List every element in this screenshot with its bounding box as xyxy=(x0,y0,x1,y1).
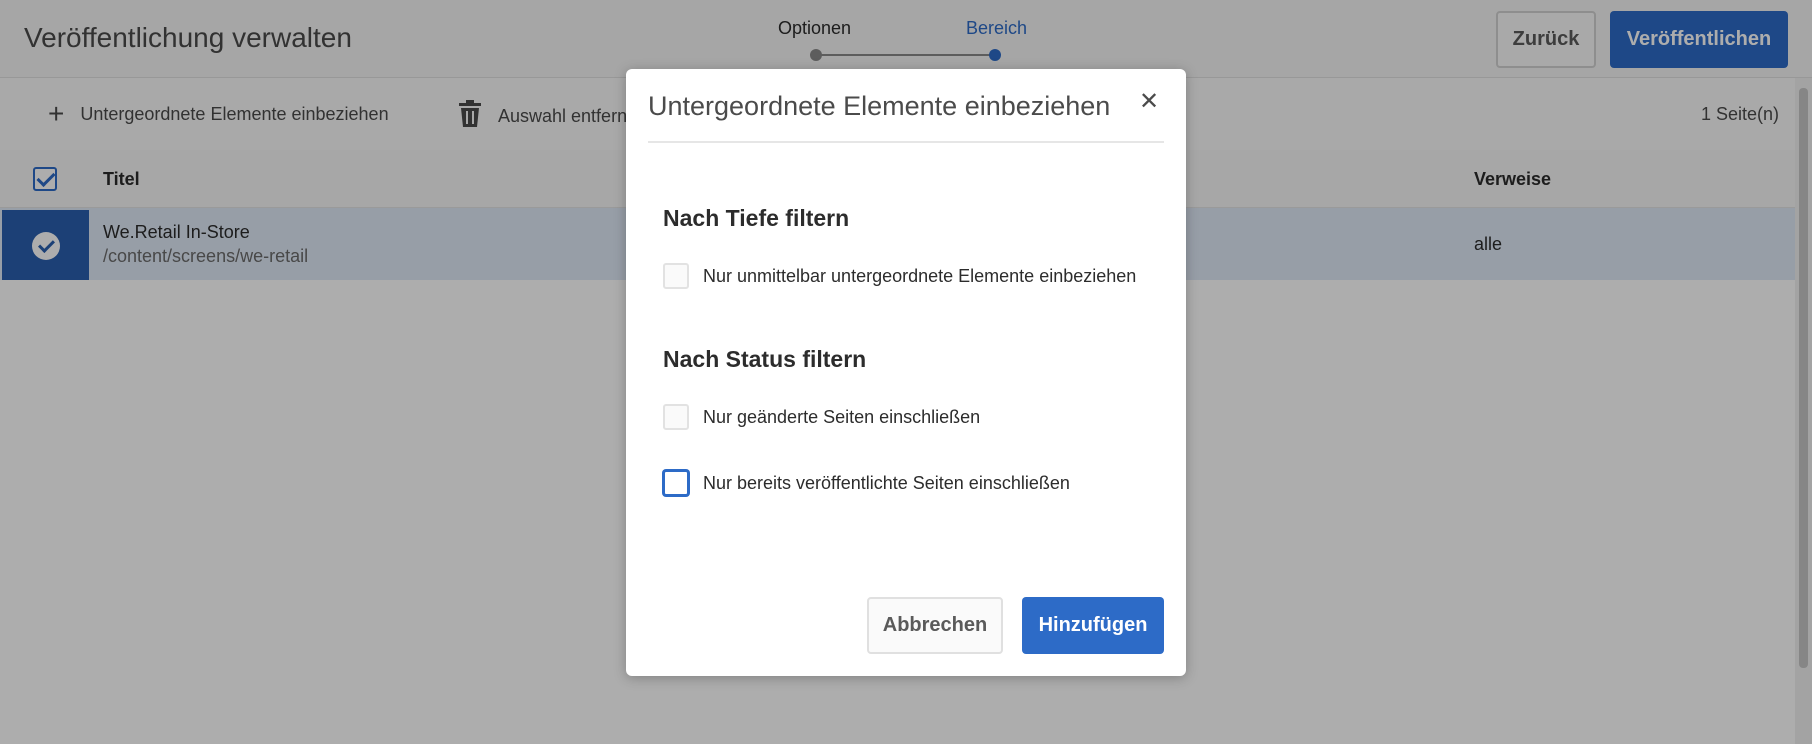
include-children-dialog: Untergeordnete Elemente einbeziehen ✕ Na… xyxy=(626,69,1186,676)
dialog-divider xyxy=(648,141,1164,143)
modified-pages-checkbox[interactable] xyxy=(663,404,689,430)
modified-pages-option[interactable]: Nur geänderte Seiten einschließen xyxy=(663,404,980,430)
direct-children-option[interactable]: Nur unmittelbar untergeordnete Elemente … xyxy=(663,263,1136,289)
status-filter-heading: Nach Status filtern xyxy=(663,346,867,372)
modified-pages-label: Nur geänderte Seiten einschließen xyxy=(703,406,981,427)
close-icon[interactable]: ✕ xyxy=(1134,87,1164,117)
dialog-title: Untergeordnete Elemente einbeziehen xyxy=(648,91,1111,121)
published-pages-checkbox[interactable] xyxy=(663,470,689,496)
published-pages-label: Nur bereits veröffentlichte Seiten einsc… xyxy=(703,472,1070,493)
add-button[interactable]: Hinzufügen xyxy=(1022,597,1164,654)
direct-children-checkbox[interactable] xyxy=(663,263,689,289)
depth-filter-heading: Nach Tiefe filtern xyxy=(663,205,850,231)
direct-children-label: Nur unmittelbar untergeordnete Elemente … xyxy=(703,265,1137,286)
published-pages-option[interactable]: Nur bereits veröffentlichte Seiten einsc… xyxy=(663,470,1070,496)
cancel-button[interactable]: Abbrechen xyxy=(867,597,1003,654)
